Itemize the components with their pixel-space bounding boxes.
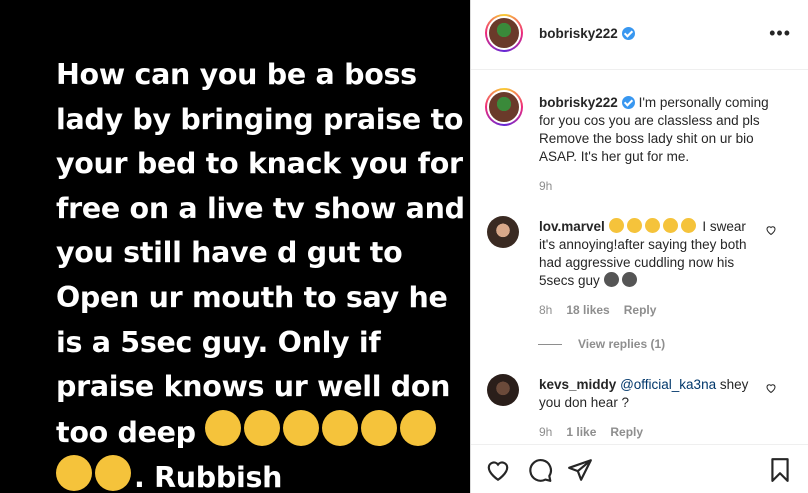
verified-badge-icon bbox=[621, 96, 635, 109]
dark-face-emoji-icon bbox=[621, 272, 637, 287]
dark-face-emoji-icon bbox=[603, 272, 619, 287]
reply-button[interactable]: Reply bbox=[624, 303, 657, 317]
laughing-crying-emoji-icon bbox=[361, 409, 398, 446]
author-comment-username[interactable]: bobrisky222 bbox=[539, 95, 618, 110]
avatar-image bbox=[487, 16, 521, 50]
like-comment-heart-icon[interactable] bbox=[765, 382, 777, 394]
more-options-button[interactable]: ••• bbox=[769, 24, 791, 42]
comment-meta: 8h 18 likes Reply bbox=[539, 303, 670, 317]
like-comment-heart-icon[interactable] bbox=[765, 224, 777, 236]
laughing-crying-emoji-icon bbox=[205, 409, 242, 446]
laughing-crying-emoji-icon bbox=[400, 409, 437, 446]
laughing-crying-emoji-icon bbox=[626, 218, 642, 233]
commenter-avatar[interactable] bbox=[487, 216, 519, 248]
laughing-crying-emoji-icon bbox=[244, 409, 281, 446]
caption-end: . Rubbish bbox=[134, 461, 283, 493]
comment-time: 9h bbox=[539, 425, 553, 439]
laughing-crying-emoji-icon bbox=[644, 218, 660, 233]
share-paper-plane-icon[interactable] bbox=[567, 457, 593, 483]
author-comment-time: 9h bbox=[539, 179, 553, 193]
comment-text: lov.marvel I swear it's annoying!after s… bbox=[539, 218, 764, 290]
comment-meta: 9h 1 like Reply bbox=[539, 425, 657, 439]
comment-time: 8h bbox=[539, 303, 553, 317]
emoji-group bbox=[608, 218, 699, 234]
laughing-crying-emoji-icon bbox=[608, 218, 624, 233]
post-image[interactable]: How can you be a boss lady by bringing p… bbox=[0, 0, 470, 493]
laughing-crying-emoji-icon bbox=[680, 218, 696, 233]
laughing-crying-emoji-icon bbox=[283, 409, 320, 446]
laughing-crying-emoji-icon bbox=[56, 455, 92, 492]
comment-username[interactable]: lov.marvel bbox=[539, 219, 605, 234]
verified-badge-icon bbox=[621, 27, 635, 40]
laughing-crying-emoji-icon bbox=[662, 218, 678, 233]
like-heart-icon[interactable] bbox=[485, 457, 511, 483]
comment-bubble-icon[interactable] bbox=[527, 457, 553, 483]
author-comment-text: bobrisky222 I'm personally coming for yo… bbox=[539, 94, 779, 166]
reply-button[interactable]: Reply bbox=[610, 425, 643, 439]
post-caption-text: How can you be a boss lady by bringing p… bbox=[56, 53, 470, 493]
comment-likes[interactable]: 18 likes bbox=[566, 303, 609, 317]
header-avatar[interactable] bbox=[485, 14, 523, 52]
comment-item: kevs_middy @official_ka3na shey you don … bbox=[471, 368, 808, 444]
comment-username[interactable]: kevs_middy bbox=[539, 377, 616, 392]
commenter-avatar[interactable] bbox=[487, 374, 519, 406]
header-username[interactable]: bobrisky222 bbox=[539, 26, 618, 41]
laughing-crying-emoji-icon bbox=[322, 409, 359, 446]
author-comment: bobrisky222 I'm personally coming for yo… bbox=[471, 86, 808, 196]
save-bookmark-icon[interactable] bbox=[767, 457, 793, 483]
header-user: bobrisky222 bbox=[539, 25, 635, 43]
comment-avatar[interactable] bbox=[485, 88, 523, 126]
caption-main: How can you be a boss lady by bringing p… bbox=[56, 58, 465, 449]
avatar-image bbox=[487, 90, 521, 124]
divider-line bbox=[538, 344, 562, 346]
post-header: bobrisky222 ••• bbox=[471, 0, 808, 70]
view-replies-label: View replies (1) bbox=[578, 337, 666, 351]
comment-mention[interactable]: @official_ka3na bbox=[620, 377, 716, 392]
action-bar bbox=[471, 444, 808, 493]
comment-text: kevs_middy @official_ka3na shey you don … bbox=[539, 376, 764, 412]
comment-likes[interactable]: 1 like bbox=[566, 425, 596, 439]
comment-item: lov.marvel I swear it's annoying!after s… bbox=[471, 210, 808, 351]
view-replies-button[interactable]: View replies (1) bbox=[538, 337, 665, 351]
post-side-panel: bobrisky222 ••• bobrisky222 I'm personal… bbox=[470, 0, 808, 493]
laughing-crying-emoji-icon bbox=[95, 455, 131, 492]
